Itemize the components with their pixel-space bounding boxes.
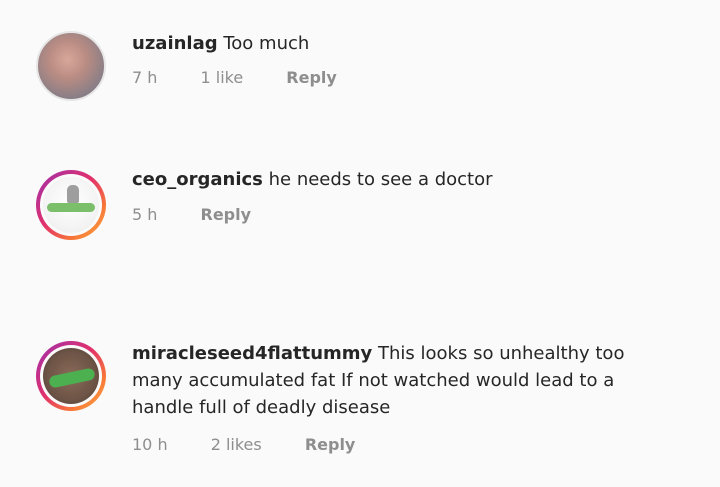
avatar-image (43, 177, 99, 233)
bottle-icon (67, 185, 79, 203)
reply-button[interactable]: Reply (305, 435, 356, 454)
comment-time: 10 h (132, 435, 168, 454)
comment-body: he needs to see a doctor (268, 169, 493, 190)
avatar[interactable] (36, 341, 106, 411)
comment-meta: 10 h 2 likes Reply (132, 435, 393, 454)
comment-username[interactable]: ceo_organics (132, 169, 263, 190)
avatar[interactable] (36, 170, 106, 240)
logo-band (48, 367, 96, 389)
comment-time: 7 h (132, 68, 158, 87)
avatar-image (43, 348, 99, 404)
comment-meta: 7 h 1 like Reply (132, 68, 375, 87)
comment-text-block: ceo_organics he needs to see a doctor (132, 166, 493, 193)
comment-text-block: uzainlag Too much (132, 30, 309, 57)
avatar[interactable] (36, 31, 106, 101)
avatar-inner (40, 345, 102, 407)
comment-text-block: miracleseed4flattummy This looks so unhe… (132, 340, 672, 421)
reply-button[interactable]: Reply (286, 68, 337, 87)
reply-button[interactable]: Reply (201, 205, 252, 224)
comment-username[interactable]: miracleseed4flattummy (132, 343, 372, 364)
comment-body: Too much (223, 33, 310, 54)
comment-time: 5 h (132, 205, 158, 224)
logo-band (47, 203, 95, 212)
comment-likes[interactable]: 1 like (201, 68, 244, 87)
comment-meta: 5 h Reply (132, 205, 289, 224)
comment-likes[interactable]: 2 likes (211, 435, 262, 454)
avatar-inner (40, 174, 102, 236)
comment-username[interactable]: uzainlag (132, 33, 218, 54)
